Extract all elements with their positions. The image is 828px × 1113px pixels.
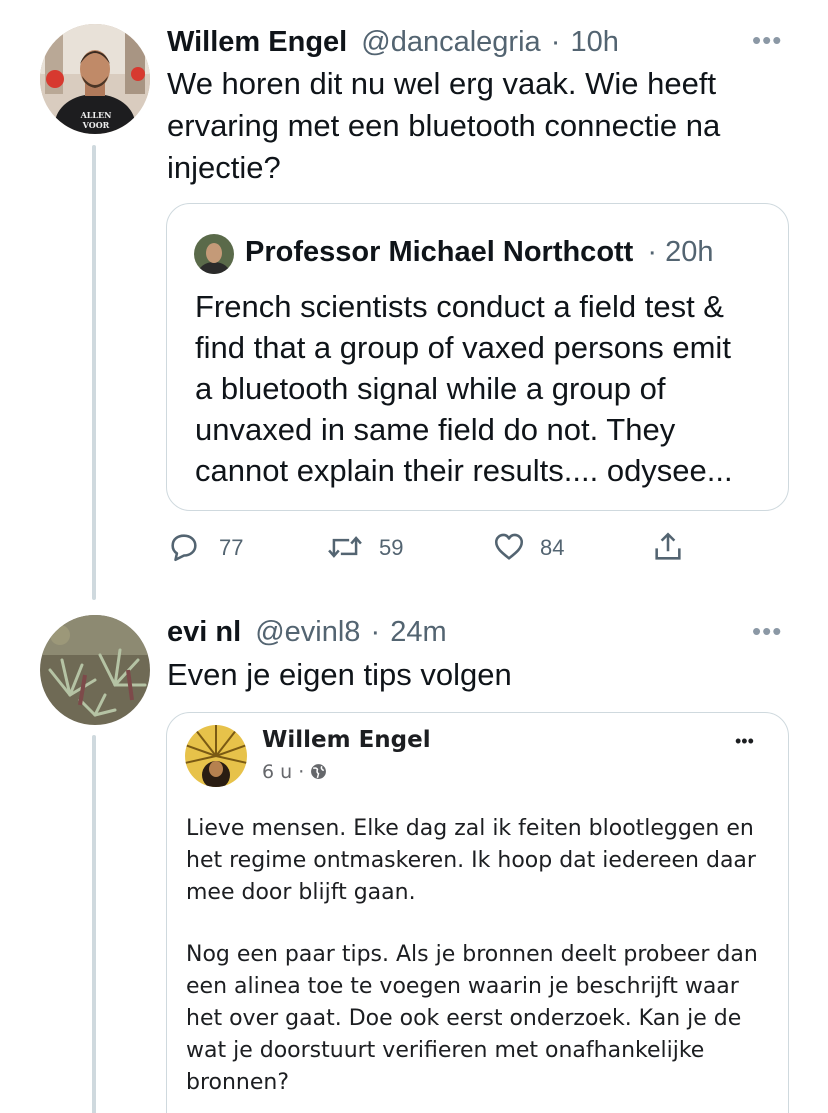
tweet-body: Even je eigen tips volgen xyxy=(167,657,512,692)
fb-text-line: het regime ontmaskeren. Ik hoop dat iede… xyxy=(186,848,756,873)
author-name[interactable]: evi nl xyxy=(167,616,241,648)
fb-text-line: Lieve mensen. Elke dag zal ik feiten blo… xyxy=(186,816,754,841)
tweet-header: evi nl @evinl8 · 24m xyxy=(167,612,447,652)
avatar-plants-image xyxy=(40,615,150,725)
avatar-shirt-text: ALLEN VOOR xyxy=(80,110,112,130)
fb-text-line: wat je doorstuurt verifieren met onafhan… xyxy=(186,1038,705,1063)
fb-avatar-image xyxy=(185,725,247,787)
globe-icon xyxy=(311,764,327,779)
thread-connector-line xyxy=(92,735,96,1113)
retweet-count: 59 xyxy=(379,535,404,560)
quoted-tweet-header: Professor Michael Northcott · 20h xyxy=(245,232,714,272)
tweet-text-line: ervaring met een bluetooth connectie na xyxy=(167,108,721,143)
fb-post-paragraph: Lieve mensen. Elke dag zal ik feiten blo… xyxy=(186,813,781,909)
fb-author-name[interactable]: Willem Engel xyxy=(262,727,431,753)
fb-author-avatar xyxy=(185,725,247,787)
quoted-text-line: find that a group of vaxed persons emit xyxy=(195,330,731,365)
tweet-text-line: injectie? xyxy=(167,150,281,185)
reply-button[interactable]: 77 xyxy=(167,530,247,566)
thread-connector-line xyxy=(92,145,96,600)
quoted-avatar-image xyxy=(194,234,234,274)
separator-dot: · xyxy=(298,761,305,783)
reply-count: 77 xyxy=(219,535,244,560)
quoted-author-avatar xyxy=(194,234,234,274)
attached-image-card[interactable]: Willem Engel 6 u · ••• Lieve mensen. Elk… xyxy=(166,712,789,1113)
quoted-tweet-body: French scientists conduct a field test &… xyxy=(195,286,780,491)
author-handle[interactable]: @dancalegria xyxy=(361,26,540,58)
twitter-thread-screen: ALLEN VOOR Willem Engel @dancalegria · 1… xyxy=(0,0,828,1113)
quoted-text-line: unvaxed in same field do not. They xyxy=(195,412,676,447)
quoted-text-line: French scientists conduct a field test & xyxy=(195,289,724,324)
heart-icon xyxy=(494,533,524,560)
fb-text-line: het over gaat. Doe ook eerst onderzoek. … xyxy=(186,1006,742,1031)
share-icon[interactable] xyxy=(651,530,685,564)
quoted-text-line: a bluetooth signal while a group of xyxy=(195,371,666,406)
like-count: 84 xyxy=(540,535,565,560)
separator-dot: · xyxy=(647,236,658,268)
retweet-button[interactable]: 59 xyxy=(327,530,417,566)
separator-dot: · xyxy=(370,616,381,648)
fb-text-line: Nog een paar tips. Als je bronnen deelt … xyxy=(186,942,758,967)
reply-icon xyxy=(171,534,197,562)
quoted-text-line: cannot explain their results.... odysee.… xyxy=(195,453,733,488)
quoted-tweet-time[interactable]: 20h xyxy=(665,236,713,268)
like-button[interactable]: 84 xyxy=(492,530,582,566)
retweet-icon xyxy=(328,536,362,558)
author-handle[interactable]: @evinl8 xyxy=(255,616,360,648)
fb-post-paragraph: Nog een paar tips. Als je bronnen deelt … xyxy=(186,939,781,1099)
quoted-author-name[interactable]: Professor Michael Northcott xyxy=(245,236,633,268)
fb-post-time[interactable]: 6 u xyxy=(262,761,292,783)
fb-text-line: een alinea toe te voegen waarin je besch… xyxy=(186,974,739,999)
tweet-time[interactable]: 24m xyxy=(390,616,446,648)
avatar[interactable] xyxy=(40,615,150,725)
more-options-icon[interactable]: ••• xyxy=(735,731,754,752)
tweet-text-line: We horen dit nu wel erg vaak. Wie heeft xyxy=(167,66,717,101)
quoted-tweet-card[interactable]: Professor Michael Northcott · 20h French… xyxy=(166,203,789,511)
tweet-body: We horen dit nu wel erg vaak. Wie heeft … xyxy=(167,63,787,189)
more-options-icon[interactable]: ••• xyxy=(752,618,782,644)
fb-post-meta: 6 u · xyxy=(262,761,327,783)
tweet-header: Willem Engel @dancalegria · 10h xyxy=(167,22,619,62)
fb-text-line: mee door blijft gaan. xyxy=(186,880,416,905)
fb-text-line: bronnen? xyxy=(186,1070,290,1095)
more-options-icon[interactable]: ••• xyxy=(752,27,782,53)
separator-dot: · xyxy=(550,26,561,58)
tweet-time[interactable]: 10h xyxy=(570,26,618,58)
avatar[interactable]: ALLEN VOOR xyxy=(40,24,150,134)
author-name[interactable]: Willem Engel xyxy=(167,26,347,58)
